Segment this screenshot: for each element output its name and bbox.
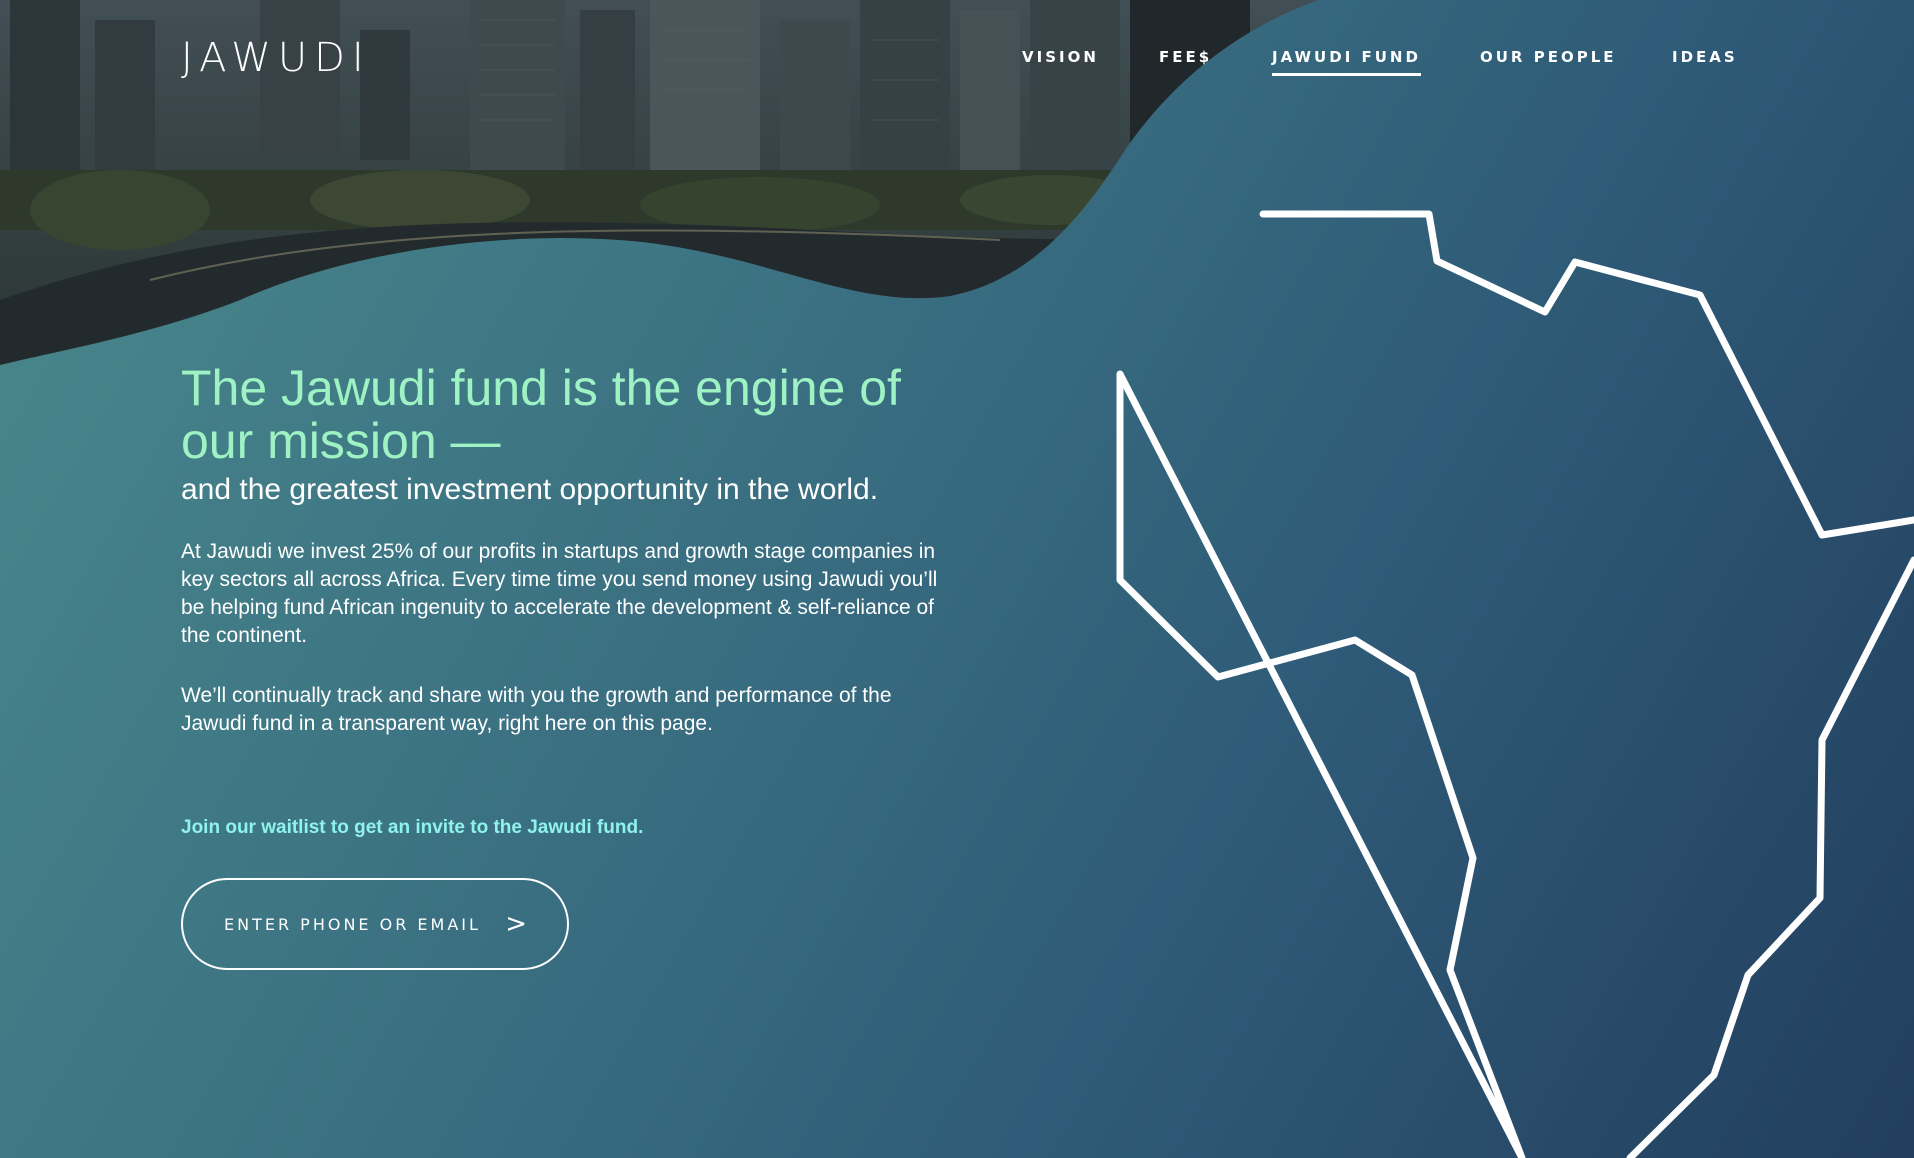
waitlist-text: Join our waitlist to get an invite to th… (181, 817, 644, 838)
hero-subheadline: and the greatest investment opportunity … (181, 473, 879, 506)
hero-paragraph-1: At Jawudi we invest 25% of our profits i… (181, 540, 938, 647)
arrow-right-icon: > (505, 909, 527, 939)
waitlist-signup-label: ENTER PHONE OR EMAIL (224, 914, 481, 934)
hero-paragraph-2: We’ll continually track and share with y… (181, 684, 892, 735)
nav-item-vision[interactable]: VISION (1022, 47, 1099, 67)
nav-item-jawudi-fund[interactable]: JAWUDI FUND (1272, 47, 1421, 76)
hero-headline: The Jawudi fund is the engine of our mis… (181, 360, 901, 469)
main-nav: VISION FEE$ JAWUDI FUND OUR PEOPLE IDEAS (0, 47, 1914, 77)
page: JAWUDI VISION FEE$ JAWUDI FUND OUR PEOPL… (0, 0, 1914, 1158)
hero-section: The Jawudi fund is the engine of our mis… (181, 362, 961, 970)
nav-item-ideas[interactable]: IDEAS (1672, 47, 1738, 67)
nav-item-our-people[interactable]: OUR PEOPLE (1480, 47, 1617, 67)
waitlist-signup-button[interactable]: ENTER PHONE OR EMAIL > (181, 878, 569, 970)
nav-item-fees[interactable]: FEE$ (1159, 47, 1212, 67)
